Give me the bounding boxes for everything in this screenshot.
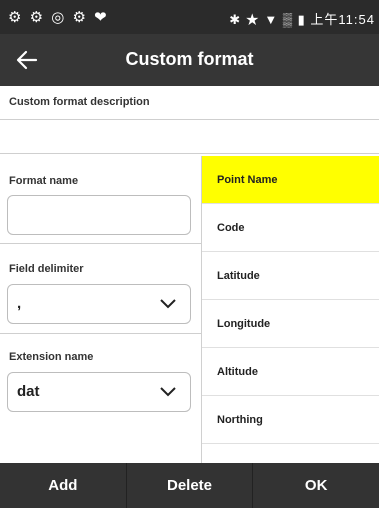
field-list: Point Name Code Latitude Longitude Altit…: [201, 156, 379, 463]
title-bar: Custom format: [0, 34, 379, 86]
list-item-altitude[interactable]: Altitude: [202, 348, 379, 396]
list-item-latitude[interactable]: Latitude: [202, 252, 379, 300]
format-name-label: Format name: [9, 175, 79, 187]
status-icons: ✱ ★ ▼ ▒ ▮: [229, 12, 306, 27]
list-item-label: Latitude: [217, 270, 260, 282]
add-button[interactable]: Add: [0, 463, 127, 508]
list-item-label: Altitude: [217, 366, 258, 378]
divider: [0, 333, 201, 334]
page-title: Custom format: [125, 49, 254, 69]
status-left-icons: ⚙ ⚙ ◎ ⚙ ❤: [8, 9, 109, 26]
ok-button[interactable]: OK: [253, 463, 379, 508]
delete-button[interactable]: Delete: [127, 463, 254, 508]
bottom-bar: Add Delete OK: [0, 463, 379, 508]
list-item-code[interactable]: Code: [202, 204, 379, 252]
list-item-label: Longitude: [217, 318, 271, 330]
list-item-label: Point Name: [217, 174, 278, 186]
status-time: 上午11:54: [310, 12, 375, 27]
list-item-northing[interactable]: Northing: [202, 396, 379, 444]
chevron-down-icon: [160, 387, 176, 397]
description-input[interactable]: [0, 119, 379, 154]
field-delimiter-value: ,: [17, 295, 22, 312]
extension-name-label: Extension name: [9, 351, 94, 363]
extension-name-value: dat: [17, 383, 40, 400]
field-delimiter-label: Field delimiter: [9, 263, 84, 275]
status-bar: ⚙ ⚙ ◎ ⚙ ❤ ✱ ★ ▼ ▒ ▮ 上午11:54: [0, 0, 379, 34]
list-item-longitude[interactable]: Longitude: [202, 300, 379, 348]
list-item-label: Code: [217, 222, 245, 234]
format-name-input[interactable]: [7, 195, 191, 235]
status-right-icons: ✱ ★ ▼ ▒ ▮ 上午11:54: [229, 9, 375, 28]
description-label: Custom format description: [9, 96, 150, 108]
extension-name-select[interactable]: dat: [7, 372, 191, 412]
list-item-point-name[interactable]: Point Name: [202, 156, 379, 204]
divider: [0, 243, 201, 244]
chevron-down-icon: [160, 299, 176, 309]
field-delimiter-select[interactable]: ,: [7, 284, 191, 324]
list-item-label: Northing: [217, 414, 263, 426]
